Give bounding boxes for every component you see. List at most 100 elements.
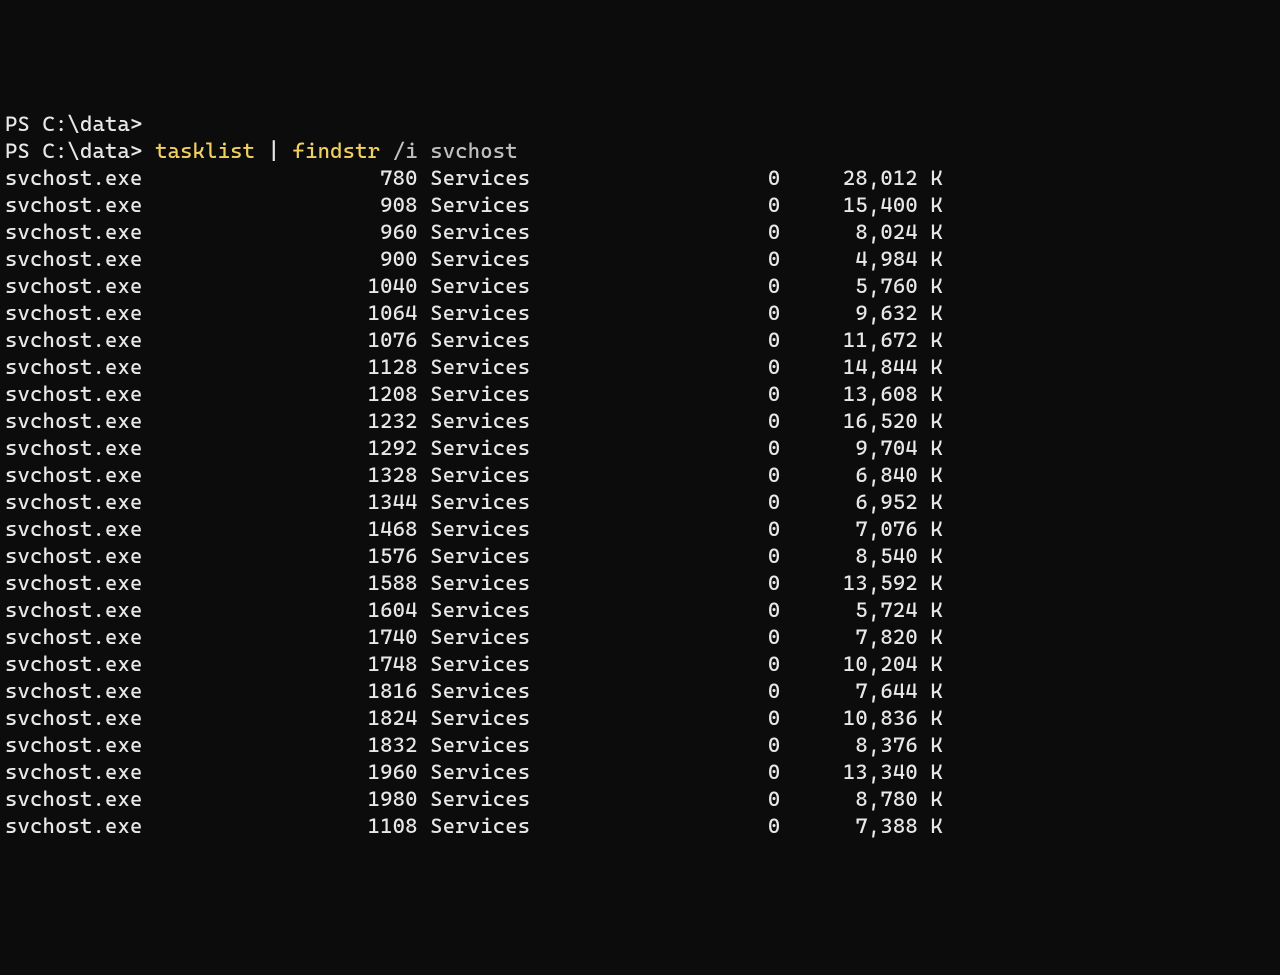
process-session: Services [430,760,643,784]
process-pid: 1588 [318,571,418,595]
process-row: svchost.exe 1328 Services 0 6,840 K [5,462,1275,489]
process-row: svchost.exe 1076 Services 0 11,672 K [5,327,1275,354]
process-name: svchost.exe [5,355,318,379]
process-pid: 1832 [318,733,418,757]
process-name: svchost.exe [5,733,318,757]
process-pid: 780 [318,166,418,190]
process-row: svchost.exe 1740 Services 0 7,820 K [5,624,1275,651]
process-memory: 5,724 K [780,598,943,622]
process-session-num: 0 [643,679,781,703]
process-row: svchost.exe 1960 Services 0 13,340 K [5,759,1275,786]
process-memory: 8,540 K [780,544,943,568]
process-memory: 8,780 K [780,787,943,811]
process-pid: 1064 [318,301,418,325]
prompt-line: PS C:\data> [5,111,1275,138]
process-row: svchost.exe 1128 Services 0 14,844 K [5,354,1275,381]
process-session: Services [430,409,643,433]
process-row: svchost.exe 1344 Services 0 6,952 K [5,489,1275,516]
process-row: svchost.exe 1208 Services 0 13,608 K [5,381,1275,408]
process-session: Services [430,301,643,325]
ps-prompt: PS C:\data> [5,112,143,136]
process-row: svchost.exe 908 Services 0 15,400 K [5,192,1275,219]
process-session-num: 0 [643,733,781,757]
process-session: Services [430,247,643,271]
process-memory: 7,820 K [780,625,943,649]
process-name: svchost.exe [5,814,318,838]
process-row: svchost.exe 960 Services 0 8,024 K [5,219,1275,246]
process-pid: 1816 [318,679,418,703]
process-session-num: 0 [643,274,781,298]
process-row: svchost.exe 1824 Services 0 10,836 K [5,705,1275,732]
process-memory: 15,400 K [780,193,943,217]
process-name: svchost.exe [5,706,318,730]
process-pid: 1960 [318,760,418,784]
process-name: svchost.exe [5,679,318,703]
process-pid: 1292 [318,436,418,460]
pipe-operator: | [268,139,281,163]
process-session-num: 0 [643,409,781,433]
process-row: svchost.exe 1064 Services 0 9,632 K [5,300,1275,327]
process-memory: 7,388 K [780,814,943,838]
process-row: svchost.exe 1576 Services 0 8,540 K [5,543,1275,570]
process-session: Services [430,274,643,298]
process-session-num: 0 [643,301,781,325]
process-pid: 1344 [318,490,418,514]
process-name: svchost.exe [5,625,318,649]
process-session-num: 0 [643,355,781,379]
process-row: svchost.exe 1108 Services 0 7,388 K [5,813,1275,840]
command-tasklist: tasklist [155,139,255,163]
process-session-num: 0 [643,760,781,784]
process-row: svchost.exe 1832 Services 0 8,376 K [5,732,1275,759]
process-name: svchost.exe [5,652,318,676]
process-pid: 1128 [318,355,418,379]
process-memory: 4,984 K [780,247,943,271]
process-name: svchost.exe [5,409,318,433]
process-session-num: 0 [643,436,781,460]
process-session-num: 0 [643,571,781,595]
process-row: svchost.exe 1040 Services 0 5,760 K [5,273,1275,300]
process-memory: 13,608 K [780,382,943,406]
process-row: svchost.exe 1816 Services 0 7,644 K [5,678,1275,705]
process-session: Services [430,652,643,676]
process-row: svchost.exe 1748 Services 0 10,204 K [5,651,1275,678]
process-memory: 13,340 K [780,760,943,784]
process-session: Services [430,706,643,730]
process-row: svchost.exe 1292 Services 0 9,704 K [5,435,1275,462]
terminal-output[interactable]: PS C:\data>PS C:\data> tasklist | findst… [5,111,1275,840]
process-session-num: 0 [643,193,781,217]
process-name: svchost.exe [5,301,318,325]
process-pid: 1980 [318,787,418,811]
process-session-num: 0 [643,625,781,649]
command-line[interactable]: PS C:\data> tasklist | findstr /i svchos… [5,138,1275,165]
process-pid: 1824 [318,706,418,730]
process-row: svchost.exe 780 Services 0 28,012 K [5,165,1275,192]
command-findstr: findstr [293,139,381,163]
process-pid: 1468 [318,517,418,541]
process-session-num: 0 [643,490,781,514]
process-pid: 1328 [318,463,418,487]
process-row: svchost.exe 1588 Services 0 13,592 K [5,570,1275,597]
process-pid: 1076 [318,328,418,352]
process-pid: 1040 [318,274,418,298]
process-session: Services [430,814,643,838]
process-session: Services [430,463,643,487]
process-name: svchost.exe [5,193,318,217]
process-session: Services [430,598,643,622]
process-session-num: 0 [643,814,781,838]
process-row: svchost.exe 1468 Services 0 7,076 K [5,516,1275,543]
process-session-num: 0 [643,328,781,352]
process-session: Services [430,166,643,190]
process-pid: 1748 [318,652,418,676]
process-session: Services [430,625,643,649]
process-session: Services [430,544,643,568]
process-memory: 5,760 K [780,274,943,298]
process-pid: 900 [318,247,418,271]
process-memory: 11,672 K [780,328,943,352]
process-session-num: 0 [643,220,781,244]
process-session-num: 0 [643,247,781,271]
process-pid: 1576 [318,544,418,568]
process-memory: 16,520 K [780,409,943,433]
process-pid: 1108 [318,814,418,838]
process-memory: 6,952 K [780,490,943,514]
process-memory: 7,076 K [780,517,943,541]
